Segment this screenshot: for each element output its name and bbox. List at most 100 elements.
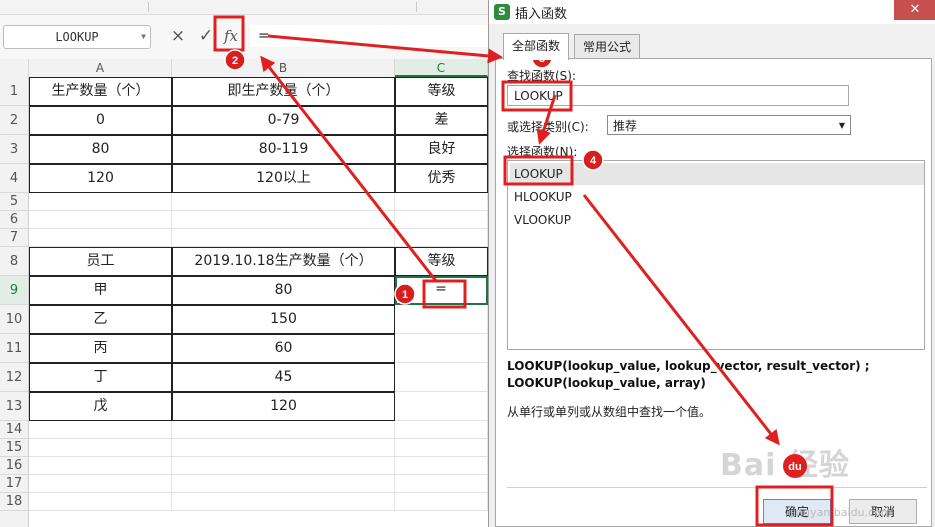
select-all-corner[interactable] <box>0 59 29 77</box>
name-box-value: LOOKUP <box>55 30 99 44</box>
empty-cell[interactable] <box>172 193 395 211</box>
row-header-4[interactable]: 4 <box>0 164 28 193</box>
empty-cell[interactable] <box>172 211 395 229</box>
row-header-2[interactable]: 2 <box>0 106 28 135</box>
row-header-7[interactable]: 7 <box>0 229 28 247</box>
table1-cell[interactable]: 差 <box>395 106 488 135</box>
function-list[interactable]: LOOKUP HLOOKUP VLOOKUP <box>507 160 925 350</box>
empty-cell[interactable] <box>29 229 172 247</box>
empty-cell[interactable] <box>395 475 488 493</box>
row-header-6[interactable]: 6 <box>0 211 28 229</box>
function-item-hlookup[interactable]: HLOOKUP <box>514 186 918 208</box>
row-header-9[interactable]: 9 <box>0 276 28 305</box>
row-header-1[interactable]: 1 <box>0 77 28 106</box>
divider <box>507 487 927 488</box>
table2-header-cell[interactable]: 等级 <box>395 247 488 276</box>
empty-cell[interactable] <box>29 211 172 229</box>
close-button[interactable]: ✕ <box>894 0 935 20</box>
name-box[interactable]: LOOKUP ▼ <box>3 25 151 49</box>
empty-cell[interactable] <box>395 193 488 211</box>
category-select[interactable]: 推荐 ▼ <box>607 115 851 135</box>
row-header-13[interactable]: 13 <box>0 392 28 421</box>
table2-cell[interactable] <box>395 334 488 363</box>
table1-cell[interactable]: 0 <box>29 106 172 135</box>
table2-cell[interactable]: 150 <box>172 305 395 334</box>
empty-cell[interactable] <box>29 493 172 511</box>
row-header-14[interactable]: 14 <box>0 421 28 439</box>
table1-header-cell[interactable]: 生产数量（个） <box>29 77 172 106</box>
row-header-3[interactable]: 3 <box>0 135 28 164</box>
row-header-18[interactable]: 18 <box>0 493 28 511</box>
table1-cell[interactable]: 120 <box>29 164 172 193</box>
table2-cell[interactable]: 80 <box>172 276 395 305</box>
empty-cell[interactable] <box>395 421 488 439</box>
row-header-8[interactable]: 8 <box>0 247 28 276</box>
table1-cell[interactable]: 80 <box>29 135 172 164</box>
column-header-a[interactable]: A <box>29 59 172 77</box>
table2-cell[interactable]: 戊 <box>29 392 172 421</box>
empty-cell[interactable] <box>395 457 488 475</box>
row-header-5[interactable]: 5 <box>0 193 28 211</box>
empty-cell[interactable] <box>172 457 395 475</box>
table1-cell[interactable]: 0-79 <box>172 106 395 135</box>
table2-cell[interactable]: 丙 <box>29 334 172 363</box>
function-item-lookup[interactable]: LOOKUP <box>510 163 924 185</box>
table2-header-cell[interactable]: 员工 <box>29 247 172 276</box>
empty-cell[interactable] <box>395 439 488 457</box>
table2-cell[interactable]: 120 <box>172 392 395 421</box>
tab-all-functions[interactable]: 全部函数 <box>503 33 570 60</box>
table1-cell[interactable]: 120以上 <box>172 164 395 193</box>
empty-cell[interactable] <box>395 229 488 247</box>
chevron-down-icon[interactable]: ▼ <box>839 116 845 136</box>
formula-input[interactable]: = <box>250 25 494 47</box>
table2-cell[interactable]: 甲 <box>29 276 172 305</box>
table2-cell[interactable] <box>395 392 488 421</box>
row-header-15[interactable]: 15 <box>0 439 28 457</box>
empty-cell[interactable] <box>172 229 395 247</box>
table2-cell[interactable]: 60 <box>172 334 395 363</box>
empty-cell[interactable] <box>172 439 395 457</box>
dialog-titlebar[interactable]: S 插入函数 ✕ <box>489 0 935 24</box>
ribbon-divider <box>148 2 149 12</box>
table1-header-cell[interactable]: 即生产数量（个） <box>172 77 395 106</box>
watermark-url: jingyan.baidu.com <box>790 506 892 519</box>
category-label: 或选择类别(C): <box>507 120 589 134</box>
table2-cell[interactable] <box>395 363 488 392</box>
column-header-b[interactable]: B <box>172 59 395 77</box>
empty-cell[interactable] <box>29 193 172 211</box>
row-header-17[interactable]: 17 <box>0 475 28 493</box>
chevron-down-icon[interactable]: ▼ <box>141 26 146 48</box>
empty-cell[interactable] <box>395 493 488 511</box>
active-cell-c9[interactable]: = <box>395 276 488 305</box>
function-signature: LOOKUP(lookup_value, lookup_vector, resu… <box>507 358 927 392</box>
empty-cell[interactable] <box>29 439 172 457</box>
table1-header-cell[interactable]: 等级 <box>395 77 488 106</box>
column-header-c[interactable]: C <box>395 59 488 77</box>
function-description: 从单行或单列或从数组中查找一个值。 <box>507 405 712 419</box>
confirm-icon[interactable]: ✓ <box>195 23 217 49</box>
table1-cell[interactable]: 优秀 <box>395 164 488 193</box>
table2-header-cell[interactable]: 2019.10.18生产数量（个） <box>172 247 395 276</box>
tab-common-formulas[interactable]: 常用公式 <box>574 34 641 59</box>
fx-icon[interactable]: fx <box>220 23 242 49</box>
table1-cell[interactable]: 80-119 <box>172 135 395 164</box>
row-header-12[interactable]: 12 <box>0 363 28 392</box>
table2-cell[interactable]: 丁 <box>29 363 172 392</box>
table2-cell[interactable]: 乙 <box>29 305 172 334</box>
row-header-10[interactable]: 10 <box>0 305 28 334</box>
row-header-16[interactable]: 16 <box>0 457 28 475</box>
function-item-vlookup[interactable]: VLOOKUP <box>514 209 918 231</box>
empty-cell[interactable] <box>172 421 395 439</box>
empty-cell[interactable] <box>29 421 172 439</box>
table2-cell[interactable]: 45 <box>172 363 395 392</box>
empty-cell[interactable] <box>29 457 172 475</box>
empty-cell[interactable] <box>172 475 395 493</box>
search-function-input[interactable]: LOOKUP <box>507 85 849 106</box>
empty-cell[interactable] <box>172 493 395 511</box>
table1-cell[interactable]: 良好 <box>395 135 488 164</box>
cancel-icon[interactable]: × <box>167 23 189 49</box>
table2-cell[interactable] <box>395 305 488 334</box>
row-header-11[interactable]: 11 <box>0 334 28 363</box>
empty-cell[interactable] <box>395 211 488 229</box>
empty-cell[interactable] <box>29 475 172 493</box>
